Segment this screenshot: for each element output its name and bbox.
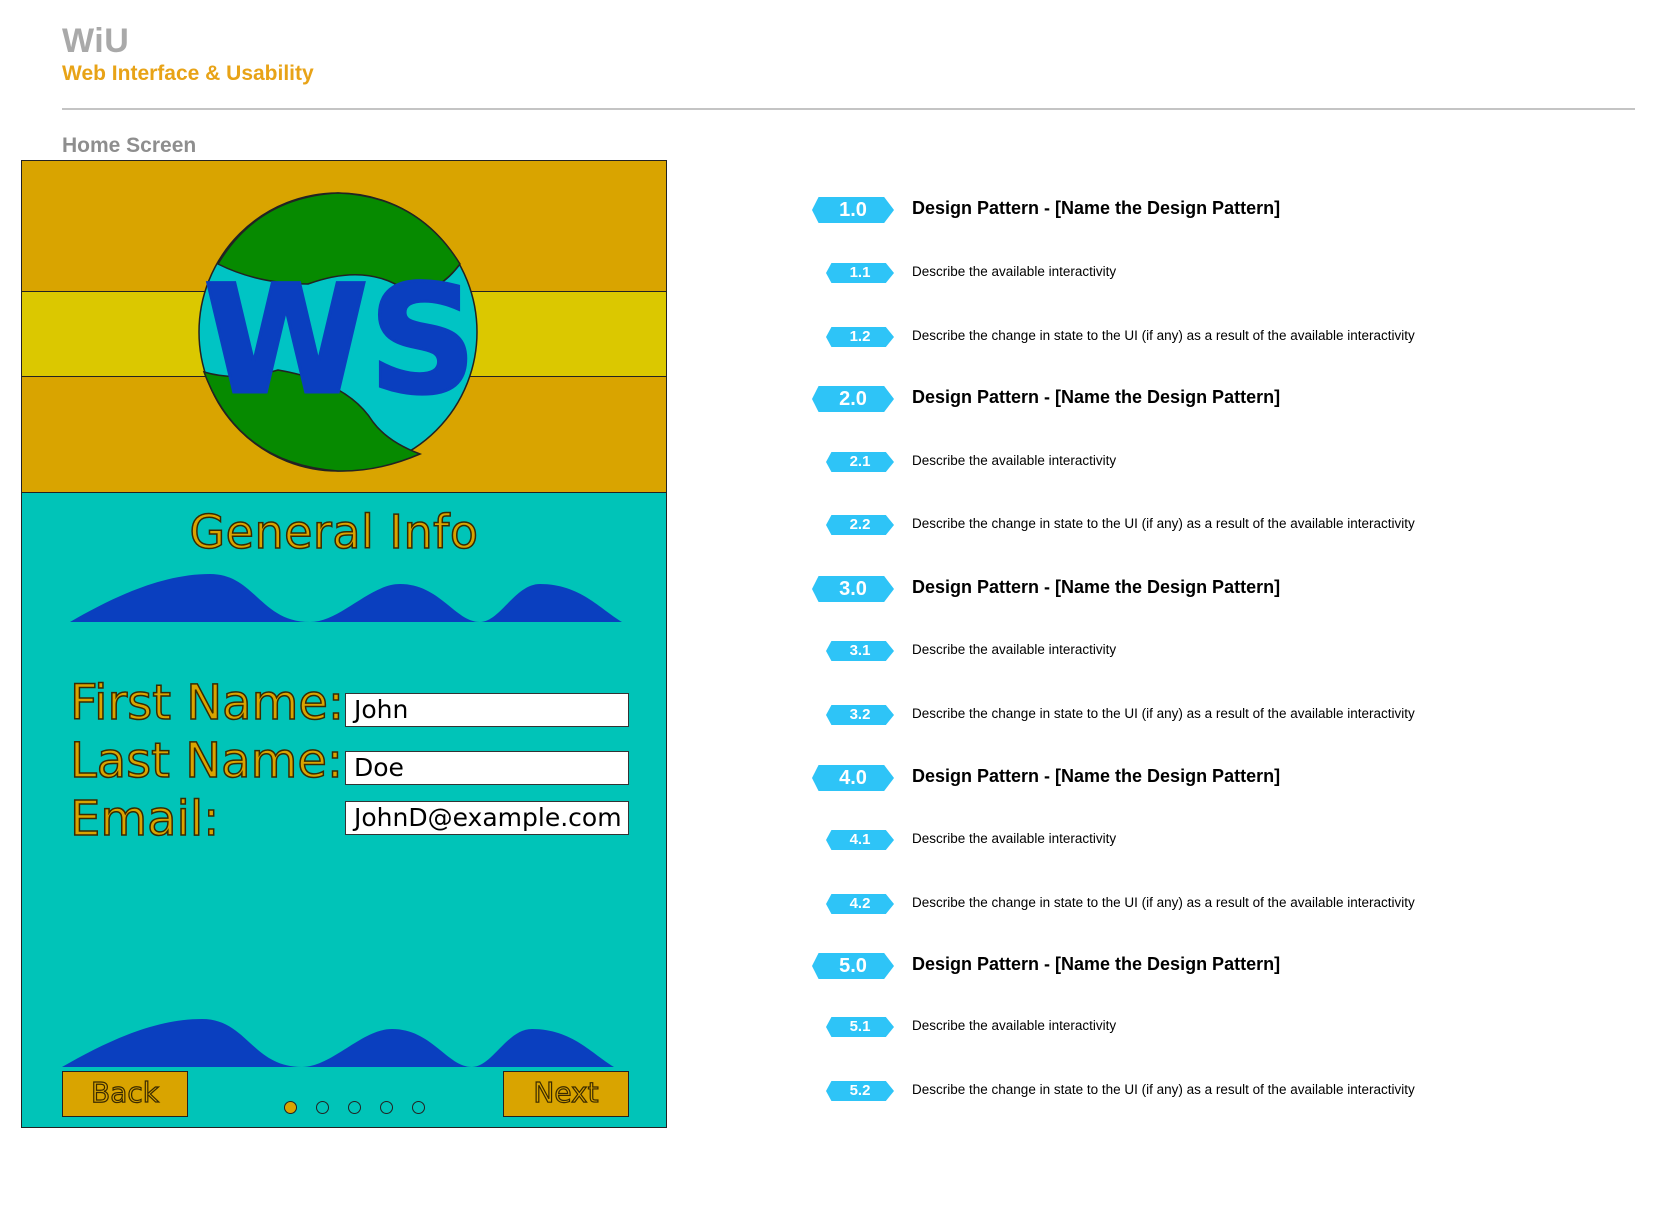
annotation-sub-badge: 2.2 bbox=[826, 515, 894, 535]
wave-decoration-bottom bbox=[62, 1019, 614, 1067]
annotation-sub-badge: 5.1 bbox=[826, 1017, 894, 1037]
header-divider bbox=[62, 108, 1635, 110]
annotation-badge: 4.0 bbox=[812, 765, 894, 791]
brand-header: WiU Web Interface & Usability bbox=[62, 22, 314, 86]
section-title: General Info bbox=[189, 504, 479, 560]
annotation-title: Design Pattern - [Name the Design Patter… bbox=[912, 766, 1281, 786]
last-name-label: Last Name: bbox=[69, 732, 344, 790]
app-header-banner: WS bbox=[22, 161, 666, 493]
annotation-sub-badge: 3.2 bbox=[826, 705, 894, 725]
globe-logo-icon: WS bbox=[198, 192, 478, 472]
brand-title: WiU bbox=[62, 22, 130, 60]
last-name-input[interactable]: Doe bbox=[345, 751, 629, 785]
annotation-badge: 3.0 bbox=[812, 576, 894, 602]
annotation-text: Describe the change in state to the UI (… bbox=[912, 328, 1415, 343]
annotation-text: Describe the available interactivity bbox=[912, 453, 1117, 468]
first-name-input[interactable]: John bbox=[345, 693, 629, 727]
page-dot[interactable] bbox=[284, 1101, 297, 1114]
annotation-text: Describe the change in state to the UI (… bbox=[912, 895, 1415, 910]
annotation-title: Design Pattern - [Name the Design Patter… bbox=[912, 198, 1281, 218]
page-dot[interactable] bbox=[348, 1101, 361, 1114]
screen-label: Home Screen bbox=[62, 134, 197, 157]
first-name-label: First Name: bbox=[69, 674, 345, 732]
next-button[interactable]: Next bbox=[503, 1071, 629, 1117]
annotation-sub-badge: 1.2 bbox=[826, 327, 894, 347]
page-dot[interactable] bbox=[412, 1101, 425, 1114]
annotation-text: Describe the available interactivity bbox=[912, 264, 1117, 279]
annotation-sub-badge: 2.1 bbox=[826, 452, 894, 472]
page-dot[interactable] bbox=[380, 1101, 393, 1114]
annotation-sub-badge: 1.1 bbox=[826, 263, 894, 283]
logo-text: WS bbox=[203, 254, 477, 428]
annotation-sub-badge: 5.2 bbox=[826, 1081, 894, 1101]
annotation-text: Describe the change in state to the UI (… bbox=[912, 1082, 1415, 1097]
annotation-title: Design Pattern - [Name the Design Patter… bbox=[912, 954, 1281, 974]
wave-decoration-top bbox=[70, 574, 622, 622]
annotation-badge: 5.0 bbox=[812, 953, 894, 979]
annotation-badge: 1.0 bbox=[812, 197, 894, 223]
email-label: Email: bbox=[69, 790, 220, 848]
annotation-text: Describe the available interactivity bbox=[912, 642, 1117, 657]
annotation-sub-badge: 3.1 bbox=[826, 641, 894, 661]
back-button[interactable]: Back bbox=[62, 1071, 188, 1117]
annotation-text: Describe the available interactivity bbox=[912, 831, 1117, 846]
annotation-sub-badge: 4.1 bbox=[826, 830, 894, 850]
annotation-text: Describe the change in state to the UI (… bbox=[912, 516, 1415, 531]
page-dot[interactable] bbox=[316, 1101, 329, 1114]
annotation-text: Describe the available interactivity bbox=[912, 1018, 1117, 1033]
annotation-title: Design Pattern - [Name the Design Patter… bbox=[912, 387, 1281, 407]
annotation-text: Describe the change in state to the UI (… bbox=[912, 706, 1415, 721]
annotation-title: Design Pattern - [Name the Design Patter… bbox=[912, 577, 1281, 597]
annotation-badge: 2.0 bbox=[812, 386, 894, 412]
email-input[interactable]: JohnD@example.com bbox=[345, 801, 629, 835]
phone-mockup: WS General Info First Name: John Last Na… bbox=[21, 160, 667, 1128]
brand-subtitle: Web Interface & Usability bbox=[62, 62, 314, 85]
annotation-sub-badge: 4.2 bbox=[826, 894, 894, 914]
